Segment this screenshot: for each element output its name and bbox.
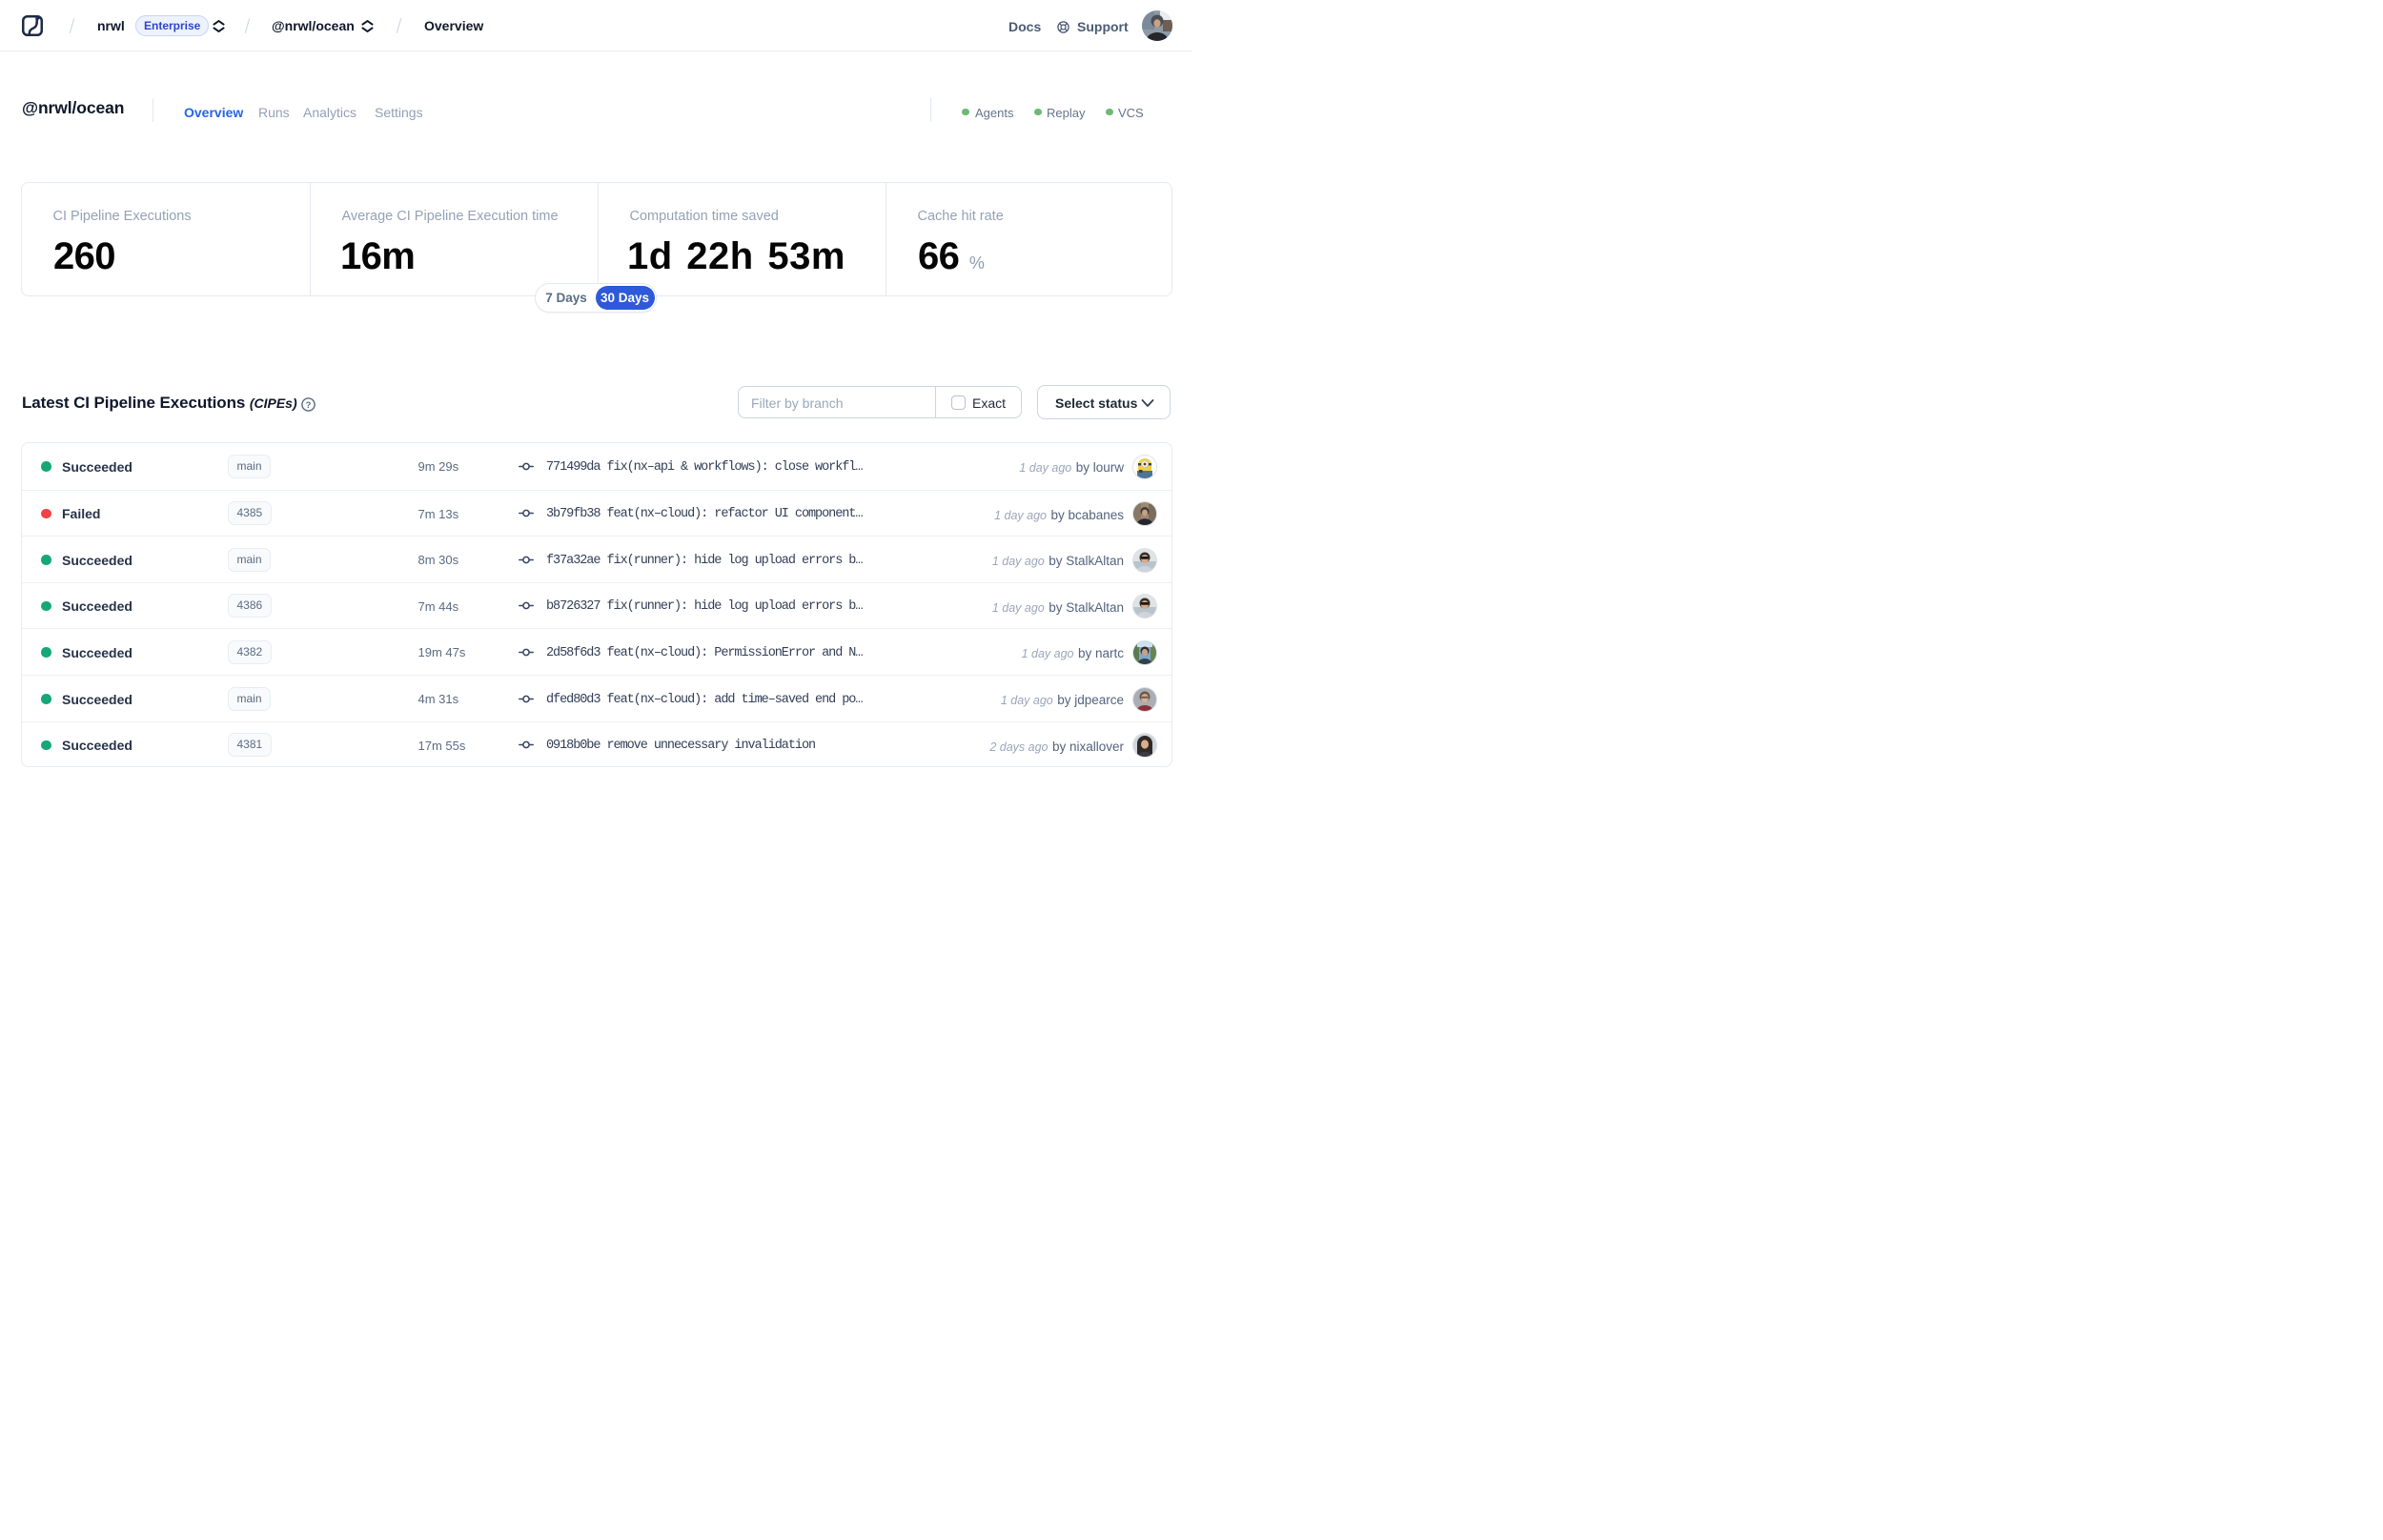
svg-text:?: ? (305, 399, 311, 409)
